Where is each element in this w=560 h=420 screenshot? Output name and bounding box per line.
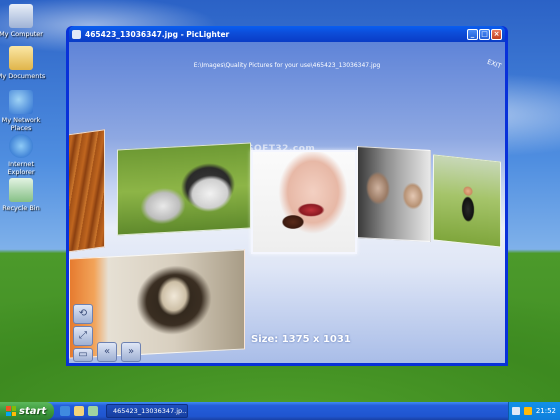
quick-launch [60, 406, 98, 416]
zoom-tool-button[interactable]: ⤢ [73, 326, 93, 346]
woman-lips-photo[interactable] [251, 150, 357, 254]
tray-network-icon[interactable] [511, 407, 520, 415]
recycle-bin-icon [9, 178, 33, 202]
file-path: E:\Images\Quality Pictures for your use\… [193, 62, 381, 69]
next-button[interactable]: » [121, 342, 141, 362]
wood-photo[interactable] [69, 129, 105, 253]
next-icon: » [127, 346, 135, 357]
close-button[interactable]: × [491, 28, 502, 40]
window-title: 465423_13036347.jpg - PicLighter [85, 29, 230, 39]
desktop-icon-recycle-bin[interactable]: Recycle Bin [0, 178, 50, 212]
desktop-icon-label: My Computer [0, 30, 43, 38]
clock[interactable]: 21:52 [536, 407, 556, 415]
my-documents-icon [9, 46, 33, 70]
start-button[interactable]: start [0, 402, 54, 420]
golfer-photo[interactable] [433, 154, 501, 248]
desktop-icon-label: My Network Places [1, 116, 41, 132]
windows-logo-icon [6, 406, 16, 416]
prev-button[interactable]: « [97, 342, 117, 362]
rotate-icon: ⟲ [78, 308, 88, 319]
desktop-icon-label: My Documents [0, 72, 46, 80]
tray-volume-icon[interactable] [523, 407, 532, 415]
taskbar-item-piclighter[interactable]: 465423_13036347.jp... [106, 404, 188, 418]
fullscreen-icon: ▭ [78, 349, 88, 360]
desktop-icon-internet-explorer[interactable]: Internet Explorer [0, 134, 50, 176]
network-places-icon [9, 90, 33, 114]
system-tray: 21:52 [508, 402, 560, 420]
desktop-icon-my-computer[interactable]: My Computer [0, 4, 50, 38]
ie-quicklaunch-icon[interactable] [60, 406, 70, 416]
internet-explorer-icon [9, 134, 33, 158]
desktop-icon-label: Recycle Bin [2, 204, 40, 212]
rotate-tool-button[interactable]: ⟲ [73, 304, 93, 324]
maximize-button[interactable]: □ [479, 28, 490, 40]
window-titlebar[interactable]: 465423_13036347.jpg - PicLighter _ □ × [69, 26, 505, 42]
minimize-button[interactable]: _ [467, 28, 478, 40]
desktop-icon-network-places[interactable]: My Network Places [0, 90, 50, 132]
fullscreen-tool-button[interactable]: ▭ [73, 348, 93, 362]
image-size-label: Size: 1375 x 1031 [251, 334, 351, 345]
desktop-quicklaunch-icon[interactable] [74, 406, 84, 416]
desktop-icon-label: Internet Explorer [7, 160, 35, 176]
start-label: start [19, 405, 47, 417]
my-computer-icon [9, 4, 33, 28]
desktop-icon-my-documents[interactable]: My Documents [0, 46, 50, 80]
piclighter-window: 465423_13036347.jpg - PicLighter _ □ × E… [66, 26, 508, 366]
woman-sepia-photo[interactable] [69, 249, 245, 359]
taskbar-item-label: 465423_13036347.jp... [113, 407, 188, 415]
men-portrait-photo[interactable] [357, 146, 431, 242]
media-quicklaunch-icon[interactable] [88, 406, 98, 416]
husky-photo[interactable] [117, 142, 251, 236]
viewer-area: E:\Images\Quality Pictures for your use\… [69, 42, 505, 363]
prev-icon: « [103, 346, 111, 357]
app-icon [72, 29, 81, 39]
zoom-icon: ⤢ [79, 330, 87, 341]
taskbar: start 465423_13036347.jp... 21:52 [0, 402, 560, 420]
